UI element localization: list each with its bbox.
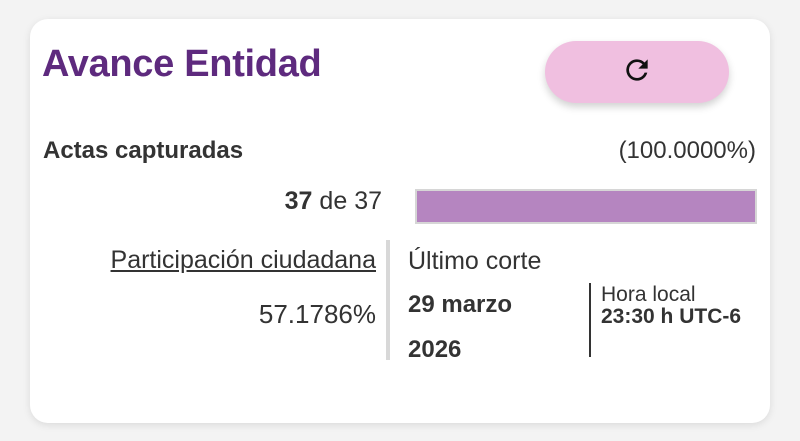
refresh-button[interactable]	[545, 41, 729, 103]
actas-progress-fill	[417, 191, 755, 222]
actas-capturadas-label: Actas capturadas	[43, 137, 244, 164]
avance-entidad-card: Avance Entidad Actas capturadas (100.000…	[30, 19, 770, 423]
hora-local-value: 23:30 h UTC-6	[601, 305, 742, 328]
ultimo-corte-date: 29 marzo 2026	[408, 291, 513, 363]
actas-connector: de	[319, 187, 348, 215]
participacion-ciudadana-link[interactable]: Participación ciudadana	[111, 246, 376, 275]
actas-total-number: 37	[354, 187, 382, 215]
hora-local-block: Hora local 23:30 h UTC-6	[601, 284, 761, 328]
hora-local-label: Hora local	[601, 283, 696, 306]
participacion-value: 57.1786%	[258, 299, 376, 329]
card-title: Avance Entidad	[42, 43, 322, 85]
actas-captured-number: 37	[284, 187, 313, 215]
hora-divider	[589, 283, 591, 357]
ultimo-corte-label: Último corte	[408, 247, 542, 275]
section-divider	[386, 240, 390, 360]
actas-progress-bar	[415, 189, 757, 224]
refresh-icon	[621, 54, 653, 91]
actas-percent: (100.0000%)	[618, 137, 756, 164]
actas-count: 37 de 37	[285, 187, 382, 216]
